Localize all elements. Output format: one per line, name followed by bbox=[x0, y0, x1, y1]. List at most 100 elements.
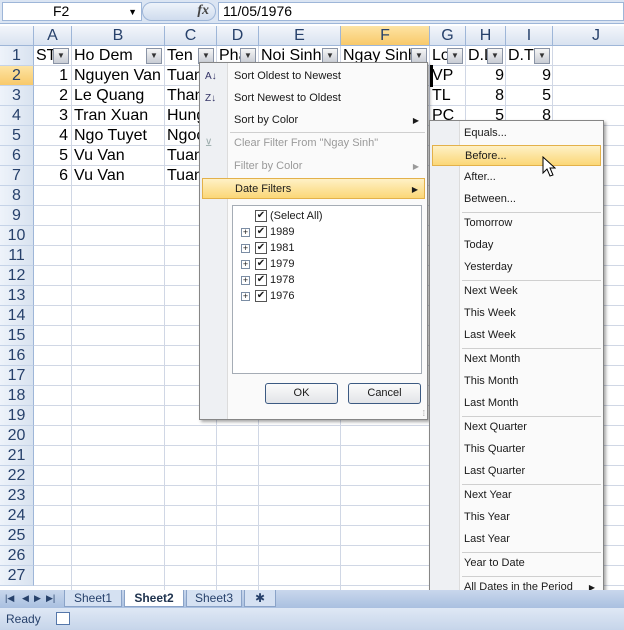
row-header-23[interactable]: 23 bbox=[0, 486, 34, 506]
row-header-12[interactable]: 12 bbox=[0, 266, 34, 286]
expand-icon[interactable]: + bbox=[241, 227, 250, 237]
checkbox-checked-icon[interactable]: ✔ bbox=[255, 290, 267, 303]
filter-dropdown-button[interactable]: ▼ bbox=[487, 48, 503, 64]
checkbox-checked-icon[interactable]: ✔ bbox=[255, 210, 267, 223]
macro-record-icon[interactable] bbox=[56, 612, 70, 625]
date-filter-last-week[interactable]: Last Week bbox=[432, 325, 601, 346]
column-header-e[interactable]: E bbox=[259, 26, 341, 46]
ok-button[interactable]: OK bbox=[265, 383, 338, 404]
column-header-c[interactable]: C bbox=[165, 26, 217, 46]
row-header-7[interactable]: 7 bbox=[0, 166, 34, 186]
checkbox-checked-icon[interactable]: ✔ bbox=[255, 226, 267, 239]
checkbox-checked-icon[interactable]: ✔ bbox=[255, 242, 267, 255]
row-header-9[interactable]: 9 bbox=[0, 206, 34, 226]
menu-item-filter-by-color[interactable]: Filter by Color ▶ bbox=[202, 156, 425, 177]
cell-stt[interactable]: 1 bbox=[34, 66, 72, 86]
tab-sheet3[interactable]: Sheet3 bbox=[186, 590, 242, 607]
date-filter-next-year[interactable]: Next Year bbox=[432, 485, 601, 506]
menu-item-clear-filter-from-ngay-sinh[interactable]: Clear Filter From "Ngay Sinh" ⊻ bbox=[202, 133, 425, 154]
header-cell[interactable]: Ten bbox=[165, 46, 199, 66]
cell-stt[interactable]: 3 bbox=[34, 106, 72, 126]
row-header-3[interactable]: 3 bbox=[0, 86, 34, 106]
insert-function-button[interactable]: fx bbox=[142, 2, 216, 21]
header-cell[interactable]: Ho Dem bbox=[72, 46, 147, 66]
date-filter-tomorrow[interactable]: Tomorrow bbox=[432, 213, 601, 234]
date-filter-this-quarter[interactable]: This Quarter bbox=[432, 439, 601, 460]
row-header-18[interactable]: 18 bbox=[0, 386, 34, 406]
row-header-17[interactable]: 17 bbox=[0, 366, 34, 386]
expand-icon[interactable]: + bbox=[241, 275, 250, 285]
cell-dl[interactable]: 8 bbox=[466, 86, 506, 106]
row-header-21[interactable]: 21 bbox=[0, 446, 34, 466]
column-header-g[interactable]: G bbox=[430, 26, 466, 46]
select-all-corner[interactable] bbox=[0, 26, 34, 46]
checkbox-checked-icon[interactable]: ✔ bbox=[255, 274, 267, 287]
row-header-10[interactable]: 10 bbox=[0, 226, 34, 246]
column-header-i[interactable]: I bbox=[506, 26, 553, 46]
row-header-13[interactable]: 13 bbox=[0, 286, 34, 306]
date-filter-this-month[interactable]: This Month bbox=[432, 371, 601, 392]
menu-item-sort-newest-to-oldest[interactable]: Sort Newest to Oldest Z↓ bbox=[202, 88, 425, 109]
insert-sheet-icon[interactable]: ✱ bbox=[244, 590, 276, 607]
tab-sheet1[interactable]: Sheet1 bbox=[64, 590, 122, 607]
cell-stt[interactable]: 6 bbox=[34, 166, 72, 186]
date-filter-next-week[interactable]: Next Week bbox=[432, 281, 601, 302]
cell-lop[interactable]: TL bbox=[430, 86, 466, 106]
formula-input[interactable]: 11/05/1976 bbox=[218, 2, 624, 21]
cell-stt[interactable]: 2 bbox=[34, 86, 72, 106]
date-filter-year-to-date[interactable]: Year to Date bbox=[432, 553, 601, 574]
row-header-19[interactable]: 19 bbox=[0, 406, 34, 426]
row-header-16[interactable]: 16 bbox=[0, 346, 34, 366]
filter-dropdown-button[interactable]: ▼ bbox=[534, 48, 550, 64]
date-filter-last-quarter[interactable]: Last Quarter bbox=[432, 461, 601, 482]
row-header-11[interactable]: 11 bbox=[0, 246, 34, 266]
row-header-2[interactable]: 2 bbox=[0, 66, 34, 86]
cell-stt[interactable]: 4 bbox=[34, 126, 72, 146]
filter-list-item[interactable]: + ✔ 1989 bbox=[241, 224, 294, 240]
filter-list-item[interactable]: + ✔ 1978 bbox=[241, 272, 294, 288]
cell-dt[interactable]: 5 bbox=[506, 86, 553, 106]
column-header-j[interactable]: J bbox=[553, 26, 624, 46]
row-header-20[interactable]: 20 bbox=[0, 426, 34, 446]
column-header-h[interactable]: H bbox=[466, 26, 506, 46]
filter-list-item[interactable]: + ✔ 1981 bbox=[241, 240, 294, 256]
menu-item-date-filters[interactable]: Date Filters ▶ bbox=[202, 178, 425, 199]
menu-item-sort-oldest-to-newest[interactable]: Sort Oldest to Newest A↓ bbox=[202, 66, 425, 87]
filter-list-item[interactable]: +✔(Select All) bbox=[241, 208, 323, 224]
cell-ho-dem[interactable]: Nguyen Van bbox=[72, 66, 165, 86]
date-filter-yesterday[interactable]: Yesterday bbox=[432, 257, 601, 278]
row-header-6[interactable]: 6 bbox=[0, 146, 34, 166]
prev-sheet-icon[interactable]: ◀ bbox=[22, 590, 29, 607]
date-filter-last-year[interactable]: Last Year bbox=[432, 529, 601, 550]
date-filter-equals[interactable]: Equals... bbox=[432, 123, 601, 144]
cancel-button[interactable]: Cancel bbox=[348, 383, 421, 404]
row-header-15[interactable]: 15 bbox=[0, 326, 34, 346]
header-cell[interactable]: D.T bbox=[506, 46, 535, 66]
filter-list-item[interactable]: + ✔ 1979 bbox=[241, 256, 294, 272]
row-header-27[interactable]: 27 bbox=[0, 566, 34, 586]
row-header-8[interactable]: 8 bbox=[0, 186, 34, 206]
expand-icon[interactable]: + bbox=[241, 291, 250, 301]
last-sheet-icon[interactable]: ▶| bbox=[46, 590, 55, 607]
column-header-d[interactable]: D bbox=[217, 26, 259, 46]
expand-icon[interactable]: + bbox=[241, 259, 250, 269]
cell-ho-dem[interactable]: Tran Xuan bbox=[72, 106, 165, 126]
row-header-25[interactable]: 25 bbox=[0, 526, 34, 546]
header-cell[interactable]: ST bbox=[34, 46, 54, 66]
filter-list-item[interactable]: + ✔ 1976 bbox=[241, 288, 294, 304]
filter-dropdown-button[interactable]: ▼ bbox=[146, 48, 162, 64]
cell-lop[interactable]: VP bbox=[430, 66, 466, 86]
header-cell[interactable]: D.L bbox=[466, 46, 488, 66]
cell-ho-dem[interactable]: Le Quang bbox=[72, 86, 165, 106]
date-filter-today[interactable]: Today bbox=[432, 235, 601, 256]
cell-dt[interactable]: 9 bbox=[506, 66, 553, 86]
expand-icon[interactable]: + bbox=[241, 243, 250, 253]
chevron-down-icon[interactable]: ▼ bbox=[128, 4, 137, 21]
header-cell[interactable]: Lo bbox=[430, 46, 448, 66]
row-header-1[interactable]: 1 bbox=[0, 46, 34, 66]
date-filter-next-quarter[interactable]: Next Quarter bbox=[432, 417, 601, 438]
date-filter-between[interactable]: Between... bbox=[432, 189, 601, 210]
row-header-5[interactable]: 5 bbox=[0, 126, 34, 146]
date-filter-this-year[interactable]: This Year bbox=[432, 507, 601, 528]
cell-stt[interactable]: 5 bbox=[34, 146, 72, 166]
